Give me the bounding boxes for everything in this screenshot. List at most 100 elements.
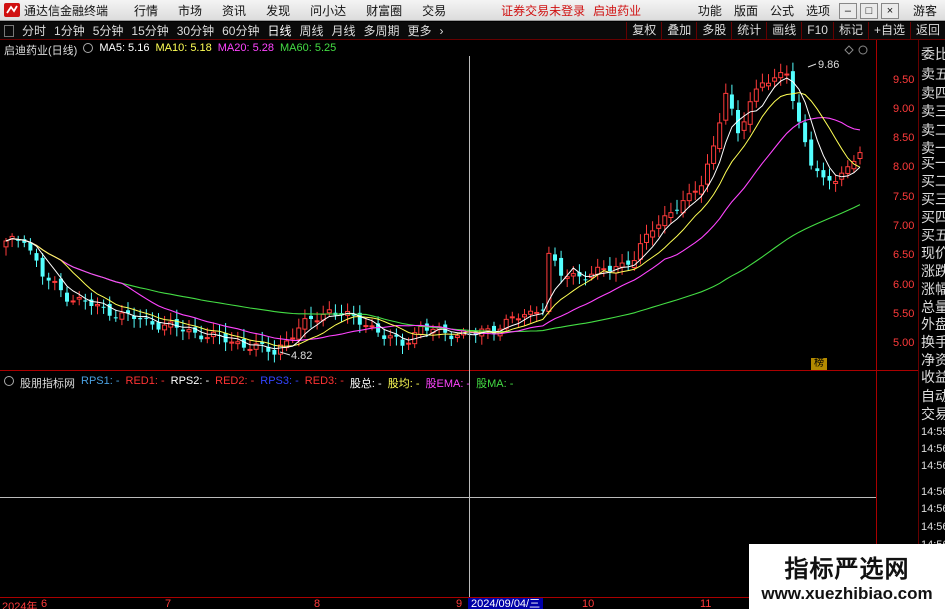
indicator-pane[interactable] xyxy=(0,388,876,595)
candle xyxy=(686,183,692,208)
candle xyxy=(656,215,662,238)
period-toolbar: 分时 1分钟 5分钟 15分钟 30分钟 60分钟 日线 周线 月线 多周期 更… xyxy=(0,22,945,40)
tool-adjust[interactable]: 复权 xyxy=(626,22,661,40)
high-annotation: 9.86 xyxy=(807,59,839,71)
period-more[interactable]: 更多 xyxy=(404,22,436,39)
candle xyxy=(784,65,790,84)
candle xyxy=(564,269,570,288)
candle xyxy=(717,113,723,153)
candle xyxy=(89,292,94,315)
period-tick[interactable]: 分时 xyxy=(18,22,50,39)
candle xyxy=(675,199,679,215)
menu-function[interactable]: 功能 xyxy=(692,2,728,19)
menu-news[interactable]: 资讯 xyxy=(212,2,256,19)
candle xyxy=(284,331,290,352)
period-1min[interactable]: 1分钟 xyxy=(50,22,89,39)
date-label: 11 xyxy=(700,598,712,609)
date-label: 10 xyxy=(582,598,595,609)
collapse-toggle-icon[interactable] xyxy=(4,24,14,37)
quote-label: 委比 xyxy=(921,46,945,62)
period-30min[interactable]: 30分钟 xyxy=(173,22,218,39)
tool-f10[interactable]: F10 xyxy=(801,22,833,40)
quote-label: 收益 xyxy=(921,369,945,385)
candle xyxy=(522,309,527,326)
period-60min[interactable]: 60分钟 xyxy=(218,22,263,39)
price-tick: 6.50 xyxy=(893,249,915,261)
candle xyxy=(28,238,33,255)
candle xyxy=(626,251,631,271)
quote-label: 买四 xyxy=(921,209,945,225)
auto-trade-label[interactable]: 自动 xyxy=(921,386,945,406)
period-5min[interactable]: 5分钟 xyxy=(89,22,128,39)
menu-market[interactable]: 市场 xyxy=(168,2,212,19)
candle xyxy=(113,309,118,322)
menu-wealth[interactable]: 财富圈 xyxy=(356,2,412,19)
high-value-label: 9.86 xyxy=(818,59,839,71)
candle xyxy=(418,321,424,339)
tool-overlay[interactable]: 叠加 xyxy=(661,22,696,40)
tool-stats[interactable]: 统计 xyxy=(731,22,766,40)
crosshair-horizontal xyxy=(0,497,876,498)
period-weekly[interactable]: 周线 xyxy=(295,22,327,39)
candle xyxy=(607,257,612,280)
app-logo-icon xyxy=(4,3,20,17)
period-daily[interactable]: 日线 xyxy=(263,22,295,39)
candle xyxy=(692,181,698,200)
candle xyxy=(16,235,21,248)
menu-layout[interactable]: 版面 xyxy=(728,2,764,19)
candle xyxy=(412,327,418,349)
price-tick: 5.00 xyxy=(893,337,915,349)
chart-corner-icons[interactable] xyxy=(844,45,868,55)
guest-label[interactable]: 游客 xyxy=(913,2,937,19)
crosshair-vertical xyxy=(469,56,470,597)
right-menus: 功能 版面 公式 选项 – □ × 游客 xyxy=(692,0,945,21)
tool-mark[interactable]: 标记 xyxy=(832,22,868,40)
candle xyxy=(479,325,485,345)
tool-multi-stock[interactable]: 多股 xyxy=(696,22,731,40)
quote-label: 涨跌 xyxy=(921,263,945,279)
candlestick-chart[interactable]: 9.86 4.82 xyxy=(0,40,876,370)
menu-ask[interactable]: 问小达 xyxy=(300,2,356,19)
chevron-right-icon[interactable]: › xyxy=(436,24,448,38)
candle xyxy=(333,304,338,320)
candle xyxy=(126,302,130,322)
candle xyxy=(595,258,601,280)
tool-back[interactable]: 返回 xyxy=(909,22,945,40)
rank-badge[interactable]: 榜 xyxy=(811,358,827,370)
period-multi[interactable]: 多周期 xyxy=(360,22,404,39)
quote-label: 外盘 xyxy=(921,316,945,332)
candle xyxy=(357,305,362,333)
close-icon[interactable]: × xyxy=(880,2,899,19)
login-warning[interactable]: 证券交易未登录 xyxy=(501,2,585,19)
candle xyxy=(559,250,564,284)
candle xyxy=(394,328,399,346)
low-annotation: 4.82 xyxy=(279,350,312,362)
period-monthly[interactable]: 月线 xyxy=(328,22,360,39)
candle xyxy=(320,305,326,327)
price-tick: 5.50 xyxy=(893,308,915,320)
watermark-title: 指标严选网 xyxy=(784,556,910,583)
tool-draw[interactable]: 画线 xyxy=(766,22,801,40)
menu-quotes[interactable]: 行情 xyxy=(124,2,168,19)
pane-separator[interactable] xyxy=(0,370,918,371)
candle xyxy=(553,247,557,267)
price-tick: 7.00 xyxy=(893,220,915,232)
quote-label: 卖三 xyxy=(921,103,945,119)
tool-add-watch[interactable]: +自选 xyxy=(867,22,910,40)
period-15min[interactable]: 15分钟 xyxy=(127,22,172,39)
candle xyxy=(46,272,51,290)
menu-trade[interactable]: 交易 xyxy=(412,2,456,19)
auto-trade-label[interactable]: 交易 xyxy=(921,404,945,424)
trade-time: 14:56 xyxy=(921,460,945,472)
quote-label: 买二 xyxy=(921,173,945,189)
candle xyxy=(515,313,521,328)
menu-discover[interactable]: 发现 xyxy=(256,2,300,19)
maximize-icon[interactable]: □ xyxy=(859,2,878,19)
candle xyxy=(363,318,369,333)
candle xyxy=(272,340,277,363)
menu-options[interactable]: 选项 xyxy=(800,2,836,19)
menu-formula[interactable]: 公式 xyxy=(764,2,800,19)
indicator-settings-icon[interactable] xyxy=(4,376,14,386)
quote-panel[interactable]: 委比 卖五 卖四 卖三 卖二 卖一 买一 买二 买三 买四 买五 现价 涨跌 涨… xyxy=(918,40,945,609)
minimize-icon[interactable]: – xyxy=(838,2,857,19)
